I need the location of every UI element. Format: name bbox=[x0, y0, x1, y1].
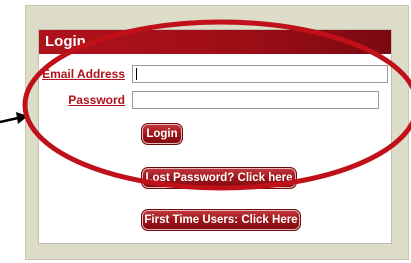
login-button[interactable]: Login bbox=[141, 123, 183, 145]
password-label: Password bbox=[68, 93, 125, 107]
password-field[interactable] bbox=[132, 91, 379, 109]
email-field[interactable] bbox=[132, 65, 388, 83]
arrow-right-icon bbox=[0, 112, 28, 124]
email-label: Email Address bbox=[42, 67, 125, 81]
panel-title: Login bbox=[39, 30, 391, 54]
text-caret bbox=[136, 68, 137, 80]
first-time-users-button[interactable]: First Time Users: Click Here bbox=[141, 209, 301, 231]
lost-password-button[interactable]: Lost Password? Click here bbox=[141, 167, 297, 189]
login-panel: Login Email Address Password Login Lost … bbox=[38, 29, 392, 244]
